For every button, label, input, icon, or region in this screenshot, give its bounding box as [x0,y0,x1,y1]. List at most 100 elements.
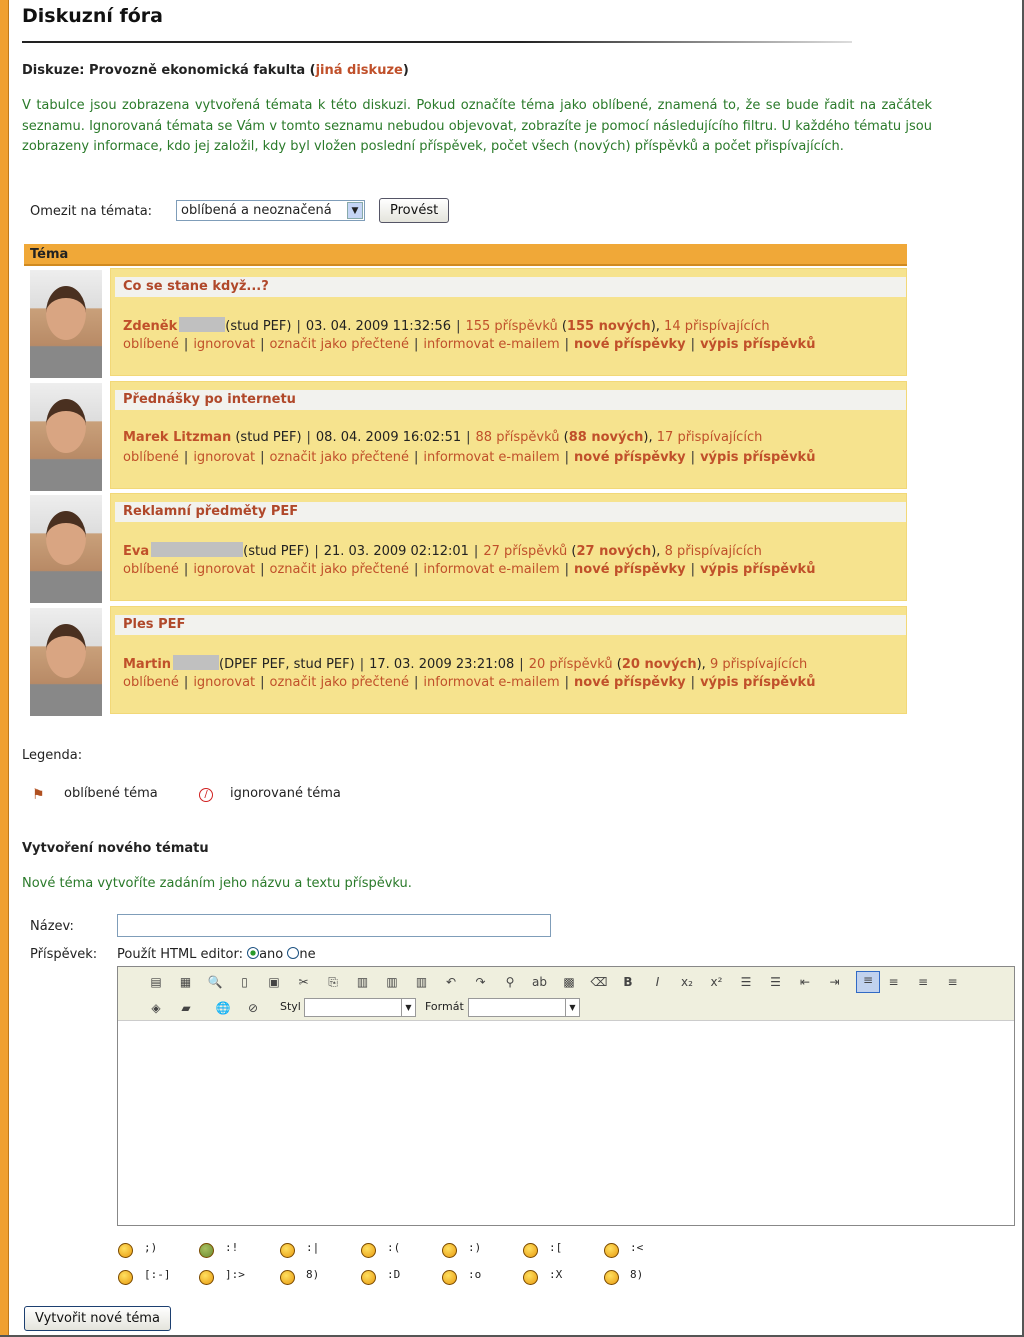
action-5[interactable]: výpis příspěvků [700,675,815,690]
create-topic-button[interactable]: Vytvořit nové téma [24,1306,171,1331]
action-1[interactable]: ignorovat [193,450,255,465]
replace-icon[interactable]: ab [532,974,548,990]
author-name[interactable]: Zdeněk [123,319,177,334]
action-5[interactable]: výpis příspěvků [700,450,815,465]
topic-title[interactable]: Co se stane když...? [115,277,906,297]
smiley-icon[interactable] [280,1270,295,1285]
action-4[interactable]: nové příspěvky [574,337,686,352]
post-count[interactable]: 27 příspěvků [483,544,567,559]
action-0[interactable]: oblíbené [123,675,179,690]
action-2[interactable]: označit jako přečtené [270,337,410,352]
indent-icon[interactable]: ⇥ [827,974,843,990]
action-0[interactable]: oblíbené [123,450,179,465]
action-3[interactable]: informovat e-mailem [423,450,559,465]
radio-yes-label: ano [259,947,284,962]
redo-icon[interactable]: ↷ [473,974,489,990]
post-count[interactable]: 155 příspěvků [465,319,557,334]
action-4[interactable]: nové příspěvky [574,562,686,577]
action-2[interactable]: označit jako přečtené [270,675,410,690]
template-icon[interactable]: ▦ [178,974,194,990]
smiley-icon[interactable] [523,1270,538,1285]
action-3[interactable]: informovat e-mailem [423,562,559,577]
cut-icon[interactable]: ✂ [296,974,312,990]
format-select[interactable]: ▼ [468,998,580,1017]
source-icon[interactable]: ▤ [148,974,164,990]
post-count[interactable]: 88 příspěvků [476,430,560,445]
unlink-icon[interactable]: ⊘ [245,1000,261,1016]
image-icon[interactable]: ◈ [148,1000,164,1016]
topic-title[interactable]: Přednášky po internetu [115,389,906,410]
bold-icon[interactable]: B [620,974,636,990]
paste-word-icon[interactable]: ▥ [384,974,400,990]
author-name[interactable]: Eva [123,544,149,559]
smiley-icon[interactable] [604,1243,619,1258]
new-post-count[interactable]: 155 nových [567,319,651,334]
post-count[interactable]: 20 příspěvků [529,657,613,672]
italic-icon[interactable]: I [650,974,666,990]
ignored-icon: / [199,788,213,802]
new-page-icon[interactable]: ▯ [237,974,253,990]
superscript-icon[interactable]: x² [709,974,725,990]
action-5[interactable]: výpis příspěvků [700,337,815,352]
paste-icon[interactable]: ▥ [355,974,371,990]
action-1[interactable]: ignorovat [193,675,255,690]
radio-yes[interactable] [247,947,260,959]
outdent-icon[interactable]: ⇤ [797,974,813,990]
save-icon[interactable]: ▣ [266,974,282,990]
topic-row: Ples PEF Martin (DPEF PEF, stud PEF) | 17. … [110,605,907,714]
topic-name-input[interactable] [117,914,551,937]
action-4[interactable]: nové příspěvky [574,450,686,465]
editor-content-area[interactable] [118,1022,1014,1225]
style-select[interactable]: ▼ [304,998,416,1017]
smiley-icon[interactable] [442,1270,457,1285]
new-post-count[interactable]: 88 nových [569,430,644,445]
new-post-count[interactable]: 20 nových [622,657,697,672]
justify-icon[interactable]: ≡ [945,974,961,990]
author-name[interactable]: Marek Litzman [123,430,231,445]
action-0[interactable]: oblíbené [123,337,179,352]
action-0[interactable]: oblíbené [123,562,179,577]
preview-icon[interactable]: 🔍 [207,974,223,990]
align-center-icon[interactable]: ≡ [886,974,902,990]
smiley-icon[interactable] [604,1270,619,1285]
filter-select[interactable]: oblíbená a neoznačená ▼ [176,200,365,221]
find-icon[interactable]: ⚲ [502,974,518,990]
align-left-icon[interactable]: ≡ [856,971,880,993]
new-post-count[interactable]: 27 nových [577,544,652,559]
action-3[interactable]: informovat e-mailem [423,675,559,690]
copy-icon[interactable]: ⎘ [325,974,341,990]
link-icon[interactable]: 🌐 [215,1000,231,1016]
unordered-list-icon[interactable]: ☰ [768,974,784,990]
radio-no[interactable] [287,947,300,959]
smiley-icon[interactable] [199,1243,214,1258]
other-discussion-link[interactable]: jiná diskuze [316,63,403,78]
undo-icon[interactable]: ↶ [443,974,459,990]
topic-title[interactable]: Reklamní předměty PEF [115,502,906,522]
smiley-icon[interactable] [523,1243,538,1258]
flash-icon[interactable]: ▰ [178,1000,194,1016]
apply-filter-button[interactable]: Provést [379,198,450,223]
align-right-icon[interactable]: ≡ [915,974,931,990]
subscript-icon[interactable]: x₂ [679,974,695,990]
action-2[interactable]: označit jako přečtené [270,562,410,577]
smiley-icon[interactable] [199,1270,214,1285]
action-2[interactable]: označit jako přečtené [270,450,410,465]
smiley-icon[interactable] [118,1270,133,1285]
remove-format-icon[interactable]: ⌫ [591,974,608,990]
smiley-icon[interactable] [361,1270,376,1285]
ordered-list-icon[interactable]: ☰ [738,974,754,990]
smiley-icon[interactable] [280,1243,295,1258]
smiley-icon[interactable] [118,1243,133,1258]
topic-title[interactable]: Ples PEF [115,614,906,635]
action-4[interactable]: nové příspěvky [574,675,686,690]
paste-text-icon[interactable]: ▥ [414,974,430,990]
author-name[interactable]: Martin [123,657,171,672]
smiley-icon[interactable] [442,1243,457,1258]
action-5[interactable]: výpis příspěvků [700,562,815,577]
action-1[interactable]: ignorovat [193,562,255,577]
smiley-icon[interactable] [361,1243,376,1258]
separator: | [564,674,570,690]
select-all-icon[interactable]: ▩ [561,974,577,990]
action-1[interactable]: ignorovat [193,337,255,352]
action-3[interactable]: informovat e-mailem [423,337,559,352]
